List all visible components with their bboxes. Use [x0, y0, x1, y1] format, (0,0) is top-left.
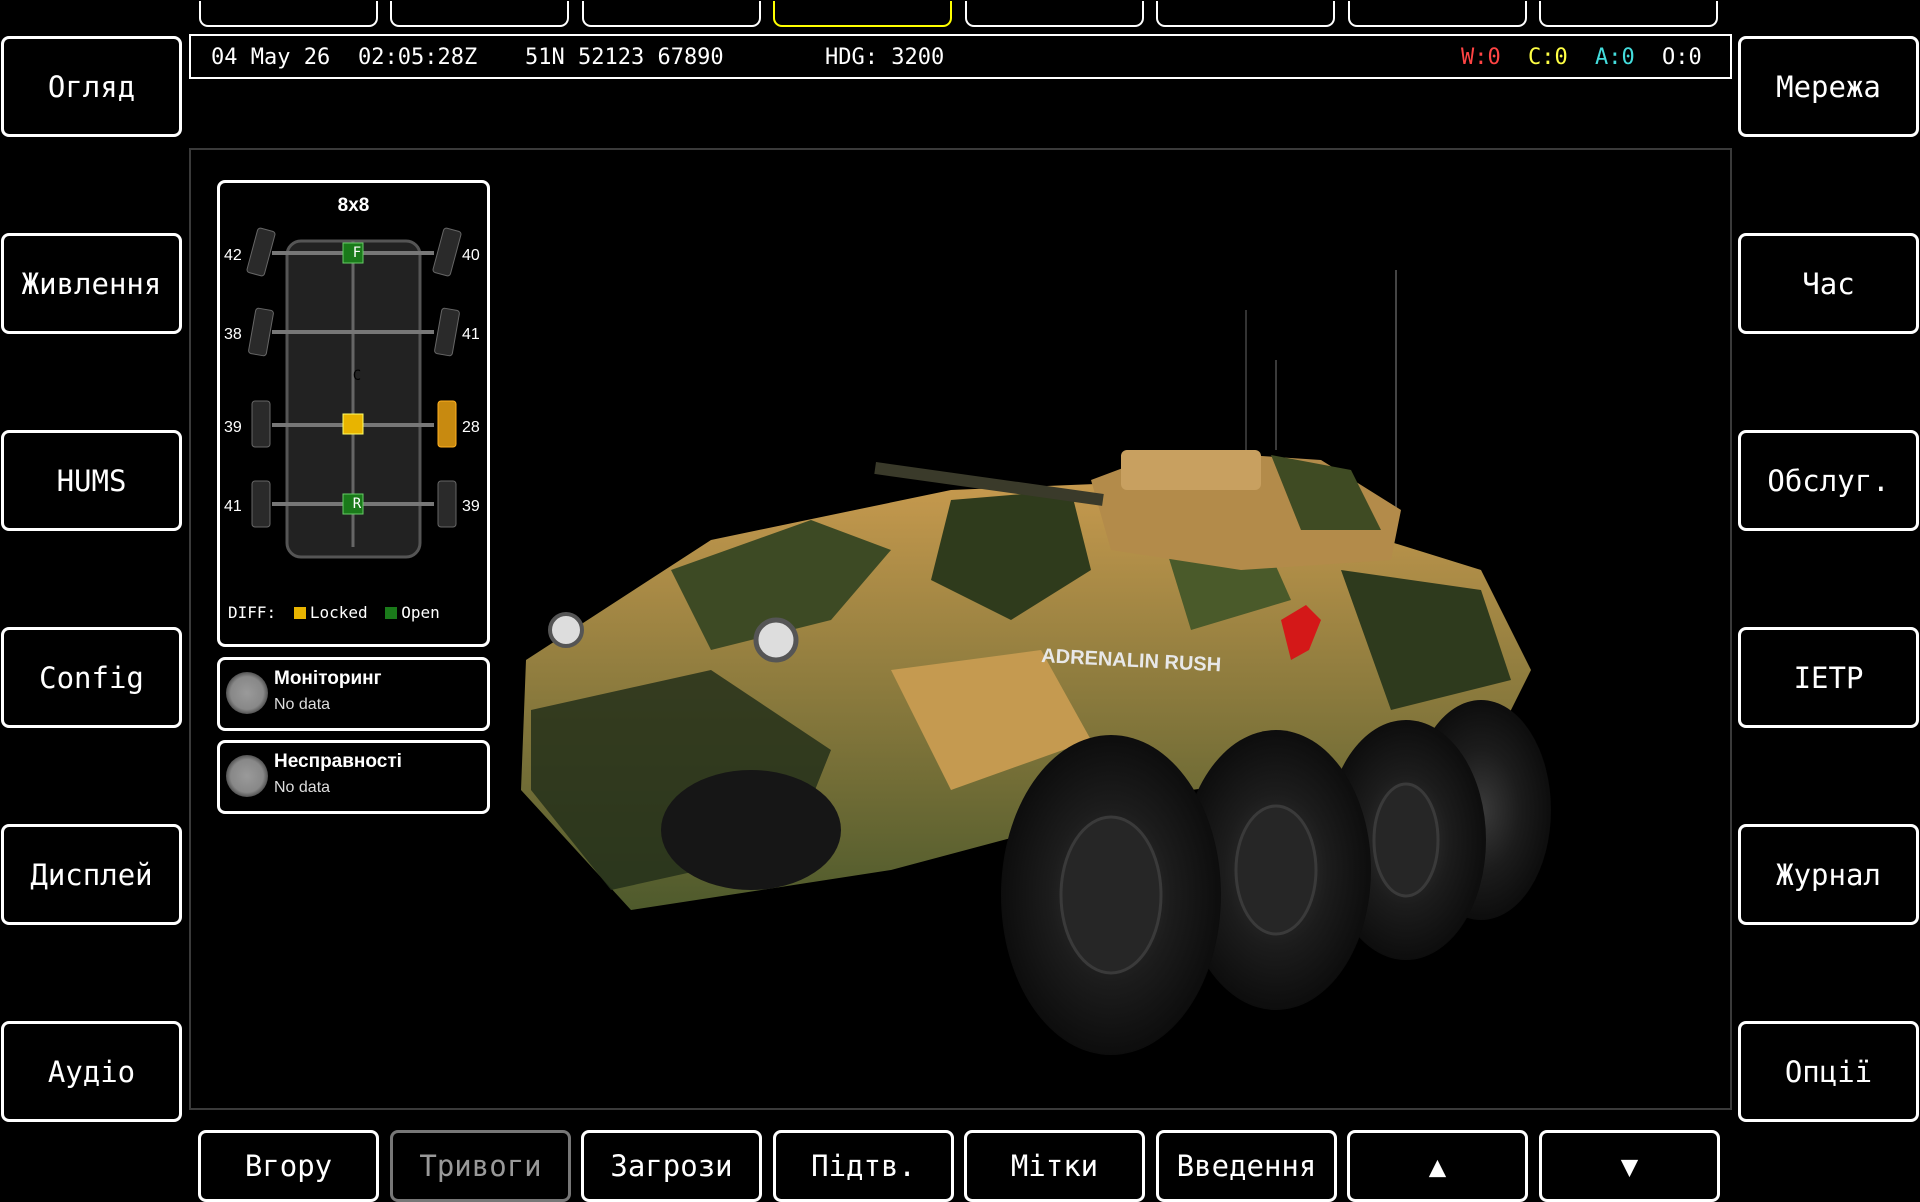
- status-heading: HDG: 3200: [825, 45, 945, 70]
- top-tab-2[interactable]: [390, 1, 569, 27]
- tire-row2-left-icon: [248, 307, 274, 357]
- up-button[interactable]: Вгору: [198, 1130, 379, 1202]
- menu-config-button[interactable]: Config: [1, 627, 182, 728]
- top-tab-4[interactable]: [773, 1, 952, 27]
- monitoring-value: No data: [274, 696, 331, 713]
- menu-display-button[interactable]: Дисплей: [1, 824, 182, 925]
- menu-overview-button[interactable]: Огляд: [1, 36, 182, 137]
- top-tab-5[interactable]: [965, 1, 1144, 27]
- menu-log-button[interactable]: Журнал: [1738, 824, 1919, 925]
- diff-rear-label: R: [352, 496, 362, 512]
- status-time: 02:05:28Z: [358, 45, 478, 70]
- input-button[interactable]: Введення: [1156, 1130, 1337, 1202]
- threats-button[interactable]: Загрози: [581, 1130, 762, 1202]
- status-bar: 04 May 26 02:05:28Z 51N 52123 67890 HDG:…: [189, 34, 1732, 79]
- menu-options-button[interactable]: Опції: [1738, 1021, 1919, 1122]
- status-date: 04 May 26: [211, 45, 331, 70]
- tire-pressure-row3-left: 39: [224, 419, 242, 436]
- tire-rear-left-icon: [251, 480, 271, 528]
- tire-row3-left-icon: [251, 400, 271, 448]
- monitoring-panel[interactable]: Моніторинг No data: [217, 657, 490, 731]
- confirm-button[interactable]: Підтв.: [773, 1130, 954, 1202]
- menu-maintenance-button[interactable]: Обслуг.: [1738, 430, 1919, 531]
- tire-row3-right-warning-icon: [437, 400, 457, 448]
- caution-count: C:0: [1528, 45, 1568, 70]
- drivetrain-panel: 8x8 F C R 42 40 38 41 39 28 41 39 DIFF: …: [217, 180, 490, 647]
- monitoring-title: Моніторинг: [274, 668, 382, 689]
- locked-swatch: [293, 607, 306, 619]
- tire-row2-right-icon: [434, 307, 460, 357]
- top-tab-1[interactable]: [199, 1, 378, 27]
- tire-rear-right-icon: [437, 480, 457, 528]
- diff-legend-open: Open: [401, 603, 440, 622]
- menu-power-button[interactable]: Живлення: [1, 233, 182, 334]
- menu-network-button[interactable]: Мережа: [1738, 36, 1919, 137]
- tire-pressure-row3-right: 28: [462, 419, 480, 436]
- status-grid-reference: 51N 52123 67890: [525, 45, 724, 70]
- top-tab-3[interactable]: [582, 1, 761, 27]
- scroll-up-button[interactable]: ▲: [1347, 1130, 1528, 1202]
- scroll-down-button[interactable]: ▼: [1539, 1130, 1720, 1202]
- menu-ietp-button[interactable]: IETP: [1738, 627, 1919, 728]
- advisory-count: A:0: [1595, 45, 1635, 70]
- open-swatch: [385, 607, 398, 619]
- faults-value: No data: [274, 779, 331, 796]
- warning-count: W:0: [1461, 45, 1501, 70]
- menu-hums-button[interactable]: HUMS: [1, 430, 182, 531]
- monitoring-status-light-icon: [226, 672, 268, 714]
- other-count: O:0: [1662, 45, 1702, 70]
- marks-button[interactable]: Мітки: [964, 1130, 1145, 1202]
- tire-pressure-rear-left: 41: [224, 498, 242, 515]
- top-tab-8[interactable]: [1539, 1, 1718, 27]
- diff-front-label: F: [352, 245, 362, 261]
- menu-audio-button[interactable]: Аудіо: [1, 1021, 182, 1122]
- menu-time-button[interactable]: Час: [1738, 233, 1919, 334]
- diff-legend-prefix: DIFF:: [228, 603, 277, 622]
- drivetrain-diagram: [246, 227, 462, 559]
- tire-pressure-row2-left: 38: [224, 326, 242, 343]
- tire-pressure-front-right: 40: [462, 247, 480, 264]
- tire-front-right-icon: [432, 227, 462, 277]
- faults-status-light-icon: [226, 755, 268, 797]
- tire-pressure-front-left: 42: [224, 247, 242, 264]
- alarms-button[interactable]: Тривоги: [390, 1130, 571, 1202]
- drivetrain-config-title: 8x8: [337, 195, 370, 216]
- diff-center-indicator: [342, 413, 364, 435]
- faults-panel[interactable]: Несправності No data: [217, 740, 490, 814]
- diff-center-label: C: [352, 368, 362, 384]
- diff-legend-locked: Locked: [309, 603, 368, 622]
- top-tab-6[interactable]: [1156, 1, 1335, 27]
- faults-title: Несправності: [274, 751, 402, 772]
- top-tab-7[interactable]: [1348, 1, 1527, 27]
- tire-pressure-rear-right: 39: [462, 498, 480, 515]
- diff-legend: DIFF: Locked Open: [228, 603, 440, 622]
- tire-front-left-icon: [246, 227, 276, 277]
- tire-pressure-row2-right: 41: [462, 326, 480, 343]
